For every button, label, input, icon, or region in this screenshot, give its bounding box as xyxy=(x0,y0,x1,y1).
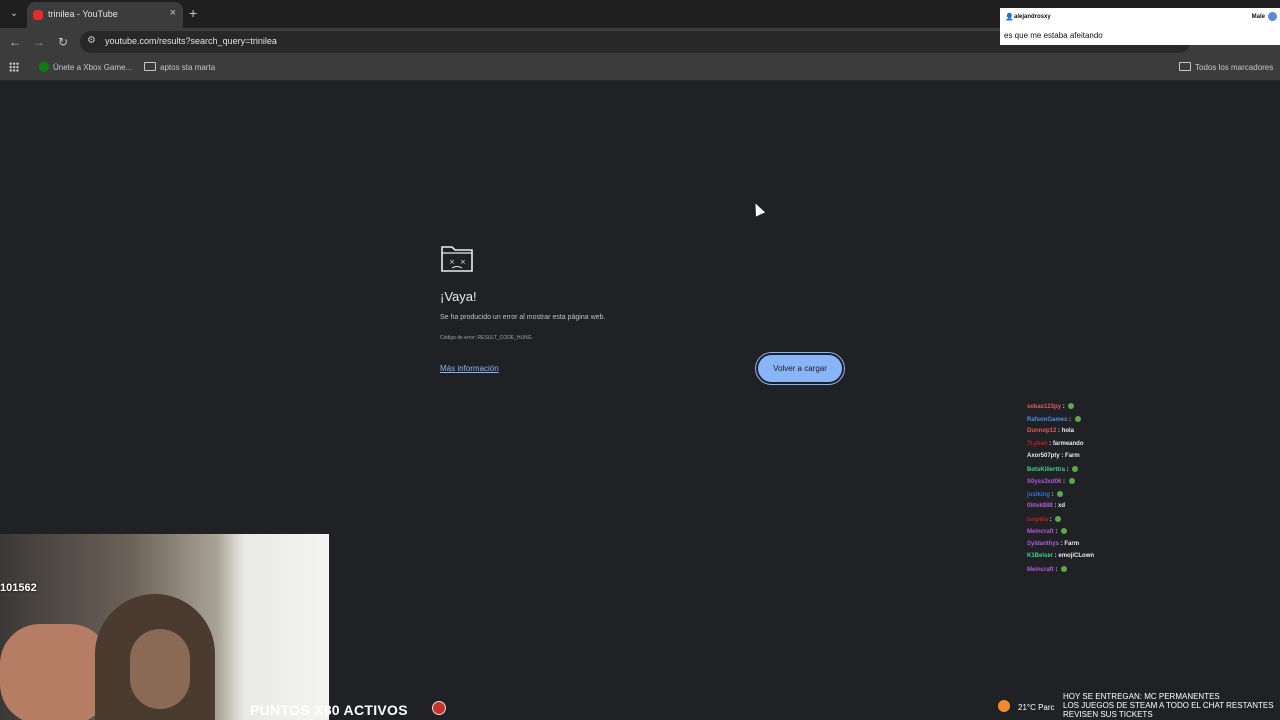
emote-icon xyxy=(1068,403,1075,409)
stream-chat: sebas123py : RafsonGames : Dunnop12 : ho… xyxy=(1022,389,1280,579)
chat-message: Axor507pty : Farm xyxy=(1027,453,1080,459)
youtube-favicon-icon xyxy=(33,10,43,20)
chat-username[interactable]: justking xyxy=(1027,492,1050,498)
chat-username[interactable]: sebas123py xyxy=(1027,404,1061,410)
emote-icon xyxy=(1061,528,1068,534)
folder-icon xyxy=(144,62,156,71)
popup-label: Male xyxy=(1251,14,1265,20)
chair-shape xyxy=(0,624,110,720)
chat-username[interactable]: BotsKillerttra xyxy=(1027,467,1065,473)
error-code: Código de error: RESULT_CODE_HUNG xyxy=(440,335,532,341)
chat-username[interactable]: Dunnop12 xyxy=(1027,428,1056,434)
learn-more-link[interactable]: Más información xyxy=(440,364,499,373)
error-title: ¡Vaya! xyxy=(440,289,477,304)
chat-message: 0btek888 : xd xyxy=(1027,503,1065,509)
chat-separator: : xyxy=(1053,529,1060,535)
obs-icon xyxy=(432,701,446,715)
chat-username[interactable]: 7Lykan xyxy=(1027,441,1047,447)
popup-message: es que me estaba afeitando xyxy=(1004,31,1103,40)
tab-close-icon[interactable]: × xyxy=(170,7,176,19)
chat-message: Syldanthys : Farm xyxy=(1027,541,1079,547)
webcam-feed xyxy=(0,534,329,720)
bookmark-aptos[interactable]: aptos sta marta xyxy=(144,62,215,72)
emote-icon xyxy=(1068,478,1075,484)
weather-text: 21°C Parc xyxy=(1018,703,1055,712)
all-bookmarks[interactable]: Todos los marcadores xyxy=(1179,62,1273,72)
chat-message: justking : xyxy=(1027,490,1064,498)
chat-text: hola xyxy=(1061,428,1075,434)
chat-separator: : xyxy=(1067,416,1073,423)
back-button[interactable]: ← xyxy=(6,33,24,51)
bookmarks-bar: Únete a Xbox Game... aptos sta marta Tod… xyxy=(0,56,1280,81)
chat-separator: : xyxy=(1053,566,1060,573)
chat-message: Meincraft : xyxy=(1027,565,1068,573)
sad-folder-icon: × × xyxy=(441,246,473,272)
weather-icon xyxy=(998,700,1010,712)
chat-message: S0yss3xd06 : xyxy=(1027,478,1075,485)
user-icon: 👤 xyxy=(1005,14,1014,21)
emote-icon xyxy=(1061,565,1068,572)
chat-text: Farm xyxy=(1065,453,1080,459)
tab-search-icon[interactable]: ⌄ xyxy=(6,6,22,22)
error-message: Se ha producido un error al mostrar esta… xyxy=(440,314,606,321)
forward-button[interactable]: → xyxy=(30,33,48,51)
chat-message: Meincraft : xyxy=(1027,528,1068,535)
chat-separator: : xyxy=(1048,516,1054,523)
chat-message: 7Lykan : farmeando xyxy=(1027,441,1084,447)
popup-username: alejandrosxy xyxy=(1014,14,1051,20)
chat-popup: 👤 alejandrosxy Male es que me estaba afe… xyxy=(1000,8,1280,45)
chat-username[interactable]: Syldanthys xyxy=(1027,541,1059,547)
emote-icon xyxy=(1074,415,1081,422)
badge-icon xyxy=(1268,12,1277,21)
emote-icon xyxy=(1057,490,1064,497)
url-text: youtube.com/results?search_query=trinile… xyxy=(105,36,277,46)
new-tab-button[interactable]: + xyxy=(189,5,197,21)
streamer-face xyxy=(130,629,190,709)
announcement-ticker: HOY SE ENTREGAN: MC PERMANENTES LOS JUEG… xyxy=(1063,692,1280,720)
xbox-icon xyxy=(39,62,49,72)
chat-separator: : xyxy=(1061,404,1067,410)
svg-text:×: × xyxy=(449,258,455,266)
chat-text: xd xyxy=(1058,503,1066,509)
folder-icon xyxy=(1179,62,1191,71)
chat-message: lsopeta : xyxy=(1027,515,1062,523)
ticker-line: LOS JUEGOS DE STEAM A TODO EL CHAT RESTA… xyxy=(1063,701,1274,710)
chat-separator: : xyxy=(1061,479,1067,485)
emote-icon xyxy=(1055,515,1062,522)
chat-text: Farm xyxy=(1064,540,1080,547)
svg-text:×: × xyxy=(460,258,466,266)
ticker-line: REVISEN SUS TICKETS xyxy=(1063,710,1153,719)
reload-page-button[interactable]: Volver a cargar xyxy=(758,355,842,382)
chat-separator: : xyxy=(1050,491,1056,498)
tab-youtube[interactable]: trinilea - YouTube × xyxy=(27,2,183,28)
chat-text: farmeando xyxy=(1052,440,1084,447)
chat-username[interactable]: lsopeta xyxy=(1027,517,1048,523)
chat-username[interactable]: Axor507pty xyxy=(1027,453,1060,459)
chat-message: sebas123py : xyxy=(1027,403,1075,410)
chat-message: BotsKillerttra : xyxy=(1027,465,1079,473)
chat-username[interactable]: K1Beiser xyxy=(1027,553,1053,559)
chat-username[interactable]: 0btek888 xyxy=(1027,503,1053,509)
apps-grid-icon[interactable] xyxy=(9,62,19,72)
chat-message: RafsonGames : xyxy=(1027,415,1081,423)
emote-icon xyxy=(1072,465,1079,472)
chat-separator: : xyxy=(1065,466,1071,473)
tab-title: trinilea - YouTube xyxy=(48,9,118,19)
chat-username[interactable]: Meincraft xyxy=(1027,567,1054,573)
points-banner: PUNTOS X80 ACTIVOS xyxy=(250,702,408,718)
chat-username[interactable]: RafsonGames xyxy=(1027,417,1067,423)
chat-text: emojiCLown xyxy=(1058,553,1095,559)
chat-message: K1Beiser : emojiCLown xyxy=(1027,553,1094,559)
ticker-line: HOY SE ENTREGAN: MC PERMANENTES xyxy=(1063,692,1220,701)
site-info-icon[interactable]: ⚙ xyxy=(87,35,96,46)
mouse-cursor-icon xyxy=(750,201,766,217)
viewer-counter: 101562 xyxy=(0,582,37,594)
bookmark-xbox[interactable]: Únete a Xbox Game... xyxy=(39,62,132,72)
chat-username[interactable]: Meincraft xyxy=(1027,529,1054,535)
chat-username[interactable]: S0yss3xd06 xyxy=(1027,479,1061,485)
chat-message: Dunnop12 : hola xyxy=(1027,428,1074,434)
reload-button[interactable]: ↻ xyxy=(54,33,72,51)
